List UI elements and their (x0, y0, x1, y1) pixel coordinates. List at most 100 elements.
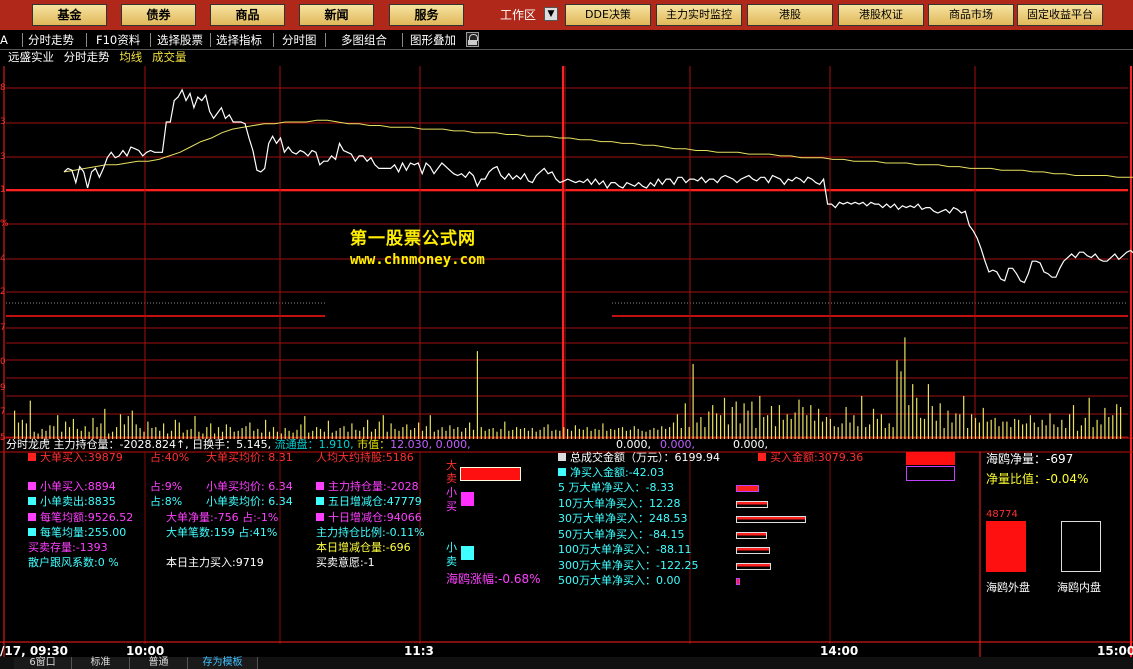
volume-bar (418, 422, 420, 439)
volume-bar (731, 407, 733, 439)
volume-bar (1014, 418, 1016, 439)
lock-icon[interactable] (466, 32, 479, 47)
tab-save-template[interactable]: 存为模板 (188, 657, 258, 669)
volume-bar (1080, 425, 1082, 439)
menu-fund-button[interactable]: 基金 (32, 4, 107, 26)
stat-ten-day: 十日增减仓:94066 (316, 511, 422, 525)
volume-bar (1041, 419, 1043, 439)
volume-bar (986, 421, 988, 439)
info-header: 分时龙虎 (6, 438, 50, 451)
toolbar-intraday-chart-button[interactable]: 分时图 (282, 32, 317, 48)
volume-bar (523, 428, 526, 439)
info-turnover-label: 日换手： (192, 438, 237, 451)
volume-bar (65, 421, 67, 439)
toolbar-overlay-button[interactable]: 图形叠加 (410, 32, 456, 48)
toolbar-intraday-button[interactable]: 分时走势 (28, 32, 74, 48)
toolbar-f10-button[interactable]: F10资料 (96, 32, 140, 48)
volume-bar (778, 405, 780, 439)
volume-bar (708, 411, 710, 439)
volume-bar (1072, 405, 1075, 439)
tab-six-windows[interactable]: 6窗口 (14, 657, 72, 669)
left-axis-tick: 3 (0, 152, 6, 162)
workarea-dropdown-icon[interactable]: ▼ (544, 7, 558, 21)
volume-bar (500, 428, 502, 439)
net-volume: 海鸥净量：-697 (986, 452, 1074, 466)
time-axis-label: 10:00 (126, 644, 164, 657)
menu-hk-stock-button[interactable]: 港股 (747, 4, 833, 26)
volume-bar (861, 396, 863, 439)
volume-bar (57, 415, 59, 439)
menu-dde-button[interactable]: DDE决策 (565, 4, 651, 26)
flow-total: 总成交金额（万元）：6199.94 (558, 451, 720, 465)
menu-commodity-button[interactable]: 商品 (210, 4, 285, 26)
tab-standard[interactable]: 标准 (72, 657, 130, 669)
volume-bar (1049, 413, 1051, 439)
volume-bar (598, 429, 600, 439)
toolbar-select-indicator-button[interactable]: 选择指标 (216, 32, 262, 48)
info-main-position-value: -2028.824↑, (119, 438, 189, 451)
volume-bar (974, 417, 977, 439)
menu-service-button[interactable]: 服务 (389, 4, 464, 26)
volume-bar (531, 428, 533, 439)
tab-normal[interactable]: 普通 (130, 657, 188, 669)
left-axis-tick: 7 (0, 407, 6, 417)
volume-bar (770, 406, 773, 439)
volume-bar (1061, 419, 1063, 439)
info-zero-2: 0.000, (616, 438, 651, 451)
menu-main-monitor-button[interactable]: 主力实时监控 (656, 4, 742, 26)
left-axis-tick: 5 (0, 433, 6, 443)
info-turnover-value: 5.145, (236, 438, 272, 451)
flow-row-bar (736, 547, 770, 554)
toolbar-multi-chart-button[interactable]: 多图组合 (341, 32, 387, 48)
volume-bar (931, 406, 933, 439)
cyan-square-icon (316, 497, 324, 505)
left-axis-tick: 3 (0, 117, 6, 127)
volume-bar (723, 397, 726, 439)
menu-bond-button[interactable]: 债券 (121, 4, 196, 26)
volume-bar (802, 407, 804, 439)
menu-commodity-market-button[interactable]: 商品市场 (928, 4, 1014, 26)
volume-bar (955, 413, 957, 439)
volume-bar (1022, 424, 1024, 439)
toolbar: A 分时走势 F10资料 选择股票 选择指标 分时图 多图组合 图形叠加 (0, 30, 1133, 50)
info-zero-1: 0.000, (435, 438, 471, 451)
volume-bar (951, 422, 953, 439)
stat-five-day: 五日增减仓:47779 (316, 495, 422, 509)
volume-bar (896, 360, 898, 439)
menu-news-button[interactable]: 新闻 (299, 4, 374, 26)
volume-bar (590, 430, 592, 439)
volume-bar (570, 430, 573, 439)
volume-bar (727, 424, 729, 439)
volume-bar (1112, 415, 1114, 439)
left-axis-tick: 0 (0, 357, 6, 367)
toolbar-separator (150, 33, 151, 47)
volume-bar (845, 407, 847, 439)
volume-bar (857, 426, 859, 439)
flow-row: 50万大单净买入：-84.15 (558, 527, 685, 541)
menu-fixed-income-button[interactable]: 固定收益平台 (1017, 4, 1103, 26)
volume-bar (774, 426, 777, 439)
volume-bar (923, 418, 926, 439)
left-axis-tick: 7 (0, 323, 6, 333)
volume-bar (492, 428, 494, 439)
volume-bar (72, 418, 74, 439)
volume-bar (935, 420, 937, 439)
volume-bar (300, 424, 302, 439)
volume-bar (610, 428, 612, 439)
volume-bar (555, 429, 557, 439)
menu-hk-warrant-button[interactable]: 港股权证 (838, 4, 924, 26)
toolbar-select-stock-button[interactable]: 选择股票 (157, 32, 203, 48)
volume-bar (516, 427, 518, 439)
volume-bar (841, 423, 843, 439)
toolbar-separator (210, 33, 211, 47)
flow-row-bar (736, 578, 740, 585)
volume-bar (696, 422, 698, 439)
volume-bar (818, 408, 820, 439)
stat-retail-follow: 散户跟风系数:0 % (28, 556, 119, 569)
mid-big-label: 大 (446, 459, 457, 472)
volume-bar (904, 337, 906, 439)
volume-bar (429, 415, 431, 439)
volume-bar (21, 419, 23, 439)
volume-bar (512, 429, 514, 439)
volume-bar (978, 422, 980, 439)
